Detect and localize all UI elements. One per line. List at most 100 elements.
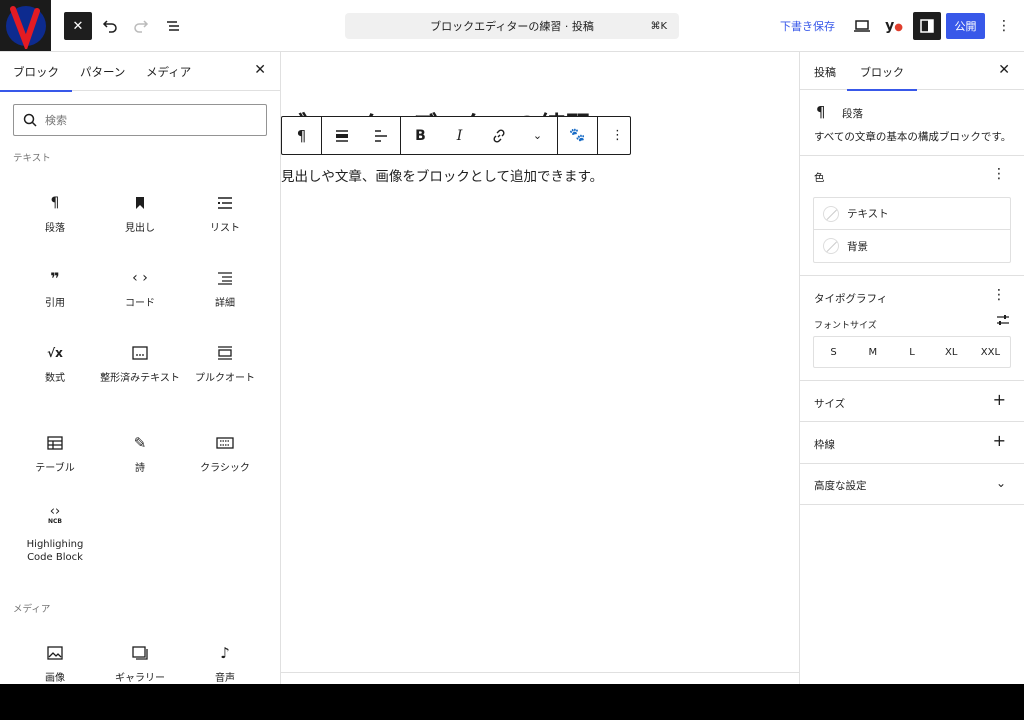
block-label: 引用 bbox=[45, 298, 65, 309]
publish-button[interactable]: 公開 bbox=[946, 13, 985, 39]
pullquote-icon bbox=[184, 342, 266, 364]
font-size-xxl[interactable]: XXL bbox=[971, 337, 1010, 367]
color-options-icon[interactable]: ⋮ bbox=[992, 166, 1006, 182]
document-overview-button[interactable] bbox=[159, 12, 187, 40]
block-search-input[interactable]: 検索 bbox=[13, 104, 267, 136]
link-icon bbox=[492, 128, 505, 143]
editor-header: ✕ ブロックエディターの練習 · 投稿 ⌘K 下書き保存 y● 公開 ⋮ bbox=[0, 0, 1024, 52]
heading-icon bbox=[99, 192, 181, 214]
block-heading[interactable]: 見出し bbox=[99, 192, 181, 235]
editor-canvas: ブロックエディターの練習 ¶ B I ⌄ bbox=[281, 52, 799, 684]
close-settings-icon[interactable]: ✕ bbox=[998, 62, 1010, 78]
block-label: 段落 bbox=[45, 223, 65, 234]
block-label: 音声 bbox=[215, 673, 235, 684]
audio-icon: ♪ bbox=[220, 644, 230, 662]
typography-options-icon[interactable]: ⋮ bbox=[992, 287, 1006, 303]
category-media-label: メディア bbox=[13, 604, 51, 615]
tab-blocks[interactable]: ブロック bbox=[0, 64, 72, 92]
block-card: ¶ 段落 すべての文章の基本の構成ブロックです。 bbox=[800, 90, 1024, 156]
paw-icon: 🐾 bbox=[569, 128, 586, 143]
block-gallery[interactable]: ギャラリー bbox=[99, 642, 181, 684]
command-shortcut: ⌘K bbox=[650, 20, 667, 32]
paw-button[interactable]: 🐾 bbox=[558, 117, 597, 154]
undo-button[interactable] bbox=[96, 12, 124, 40]
laptop-icon bbox=[854, 20, 870, 32]
tab-patterns[interactable]: パターン bbox=[80, 64, 125, 80]
border-add-icon[interactable]: + bbox=[993, 431, 1006, 450]
chevron-down-icon[interactable]: ⌄ bbox=[996, 476, 1006, 490]
paragraph-icon: ¶ bbox=[816, 103, 826, 121]
command-palette-bar[interactable]: ブロックエディターの練習 · 投稿 ⌘K bbox=[345, 13, 679, 39]
size-panel-title: サイズ bbox=[814, 398, 846, 410]
advanced-panel-title[interactable]: 高度な設定 bbox=[814, 478, 867, 493]
paragraph-icon: ¶ bbox=[50, 195, 60, 211]
panel-divider bbox=[800, 504, 1024, 505]
close-inserter-button[interactable]: ✕ bbox=[64, 12, 92, 40]
yoast-icon: y● bbox=[885, 18, 903, 34]
color-options: テキスト 背景 bbox=[813, 197, 1011, 263]
block-label: 整形済みテキスト bbox=[100, 373, 180, 384]
block-label: リスト bbox=[210, 223, 240, 234]
block-label: ギャラリー bbox=[115, 673, 165, 684]
yoast-seo-button[interactable]: y● bbox=[880, 12, 908, 40]
classic-icon bbox=[184, 432, 266, 454]
block-classic[interactable]: クラシック bbox=[184, 432, 266, 475]
ncb-code-icon: ‹› NCB bbox=[48, 504, 62, 525]
canvas-footer-bar bbox=[281, 672, 799, 684]
typography-panel-title: タイポグラフィ bbox=[814, 293, 888, 305]
text-align-button[interactable] bbox=[361, 117, 400, 154]
block-list[interactable]: リスト bbox=[184, 192, 266, 235]
block-pullquote[interactable]: プルクオート bbox=[184, 342, 266, 385]
link-button[interactable] bbox=[479, 117, 518, 154]
panel-divider bbox=[800, 421, 1024, 422]
block-highlighting-code[interactable]: ‹› NCB Highlighing Code Block bbox=[14, 504, 96, 564]
preview-button[interactable] bbox=[848, 12, 876, 40]
color-swatch-icon bbox=[823, 205, 839, 222]
block-quote[interactable]: ❞ 引用 bbox=[14, 267, 96, 310]
tab-media[interactable]: メディア bbox=[146, 64, 191, 80]
verse-icon: ✎ bbox=[133, 434, 147, 452]
block-audio[interactable]: ♪ 音声 bbox=[184, 642, 266, 684]
tab-post[interactable]: 投稿 bbox=[814, 64, 836, 80]
bold-icon: B bbox=[415, 127, 426, 144]
tab-block[interactable]: ブロック bbox=[847, 64, 917, 91]
undo-icon bbox=[102, 20, 117, 33]
block-preformatted[interactable]: 整形済みテキスト bbox=[99, 342, 181, 385]
block-verse[interactable]: ✎ 詩 bbox=[99, 432, 181, 475]
block-details[interactable]: 詳細 bbox=[184, 267, 266, 310]
close-inserter-icon[interactable]: ✕ bbox=[254, 62, 266, 78]
gallery-icon bbox=[99, 642, 181, 664]
redo-button[interactable] bbox=[127, 12, 155, 40]
block-code[interactable]: ‹ › コード bbox=[99, 267, 181, 310]
block-image[interactable]: 画像 bbox=[14, 642, 96, 684]
site-logo[interactable] bbox=[0, 0, 51, 51]
font-size-custom-icon[interactable] bbox=[996, 314, 1010, 329]
block-inserter-panel: ブロック パターン メディア ✕ 検索 テキスト ¶ 段落 見出し リスト ❞ … bbox=[0, 52, 281, 684]
font-size-l[interactable]: L bbox=[892, 337, 931, 367]
block-label: 詳細 bbox=[215, 298, 235, 309]
block-label: プルクオート bbox=[195, 373, 255, 384]
block-options-button[interactable]: ⋮ bbox=[598, 117, 637, 154]
block-label: テーブル bbox=[35, 463, 75, 474]
settings-toggle-button[interactable] bbox=[913, 12, 941, 40]
image-icon bbox=[14, 642, 96, 664]
options-menu-button[interactable]: ⋮ bbox=[990, 12, 1018, 40]
more-vertical-icon: ⋮ bbox=[997, 18, 1011, 34]
paragraph-icon: ¶ bbox=[296, 126, 307, 145]
block-math[interactable]: √x 数式 bbox=[14, 342, 96, 385]
font-size-m[interactable]: M bbox=[853, 337, 892, 367]
color-background-option[interactable]: 背景 bbox=[814, 230, 1010, 262]
block-table[interactable]: テーブル bbox=[14, 432, 96, 475]
block-align-button[interactable] bbox=[322, 117, 361, 154]
paragraph-block[interactable]: 見出しや文章、画像をブロックとして追加できます。 bbox=[281, 165, 603, 185]
font-size-s[interactable]: S bbox=[814, 337, 853, 367]
bold-button[interactable]: B bbox=[401, 117, 440, 154]
paragraph-transform-button[interactable]: ¶ bbox=[282, 117, 321, 154]
size-add-icon[interactable]: + bbox=[993, 390, 1006, 409]
italic-button[interactable]: I bbox=[440, 117, 479, 154]
font-size-xl[interactable]: XL bbox=[932, 337, 971, 367]
more-formats-button[interactable]: ⌄ bbox=[518, 117, 557, 154]
save-draft-button[interactable]: 下書き保存 bbox=[780, 18, 835, 34]
color-text-option[interactable]: テキスト bbox=[814, 198, 1010, 230]
block-paragraph[interactable]: ¶ 段落 bbox=[14, 192, 96, 235]
